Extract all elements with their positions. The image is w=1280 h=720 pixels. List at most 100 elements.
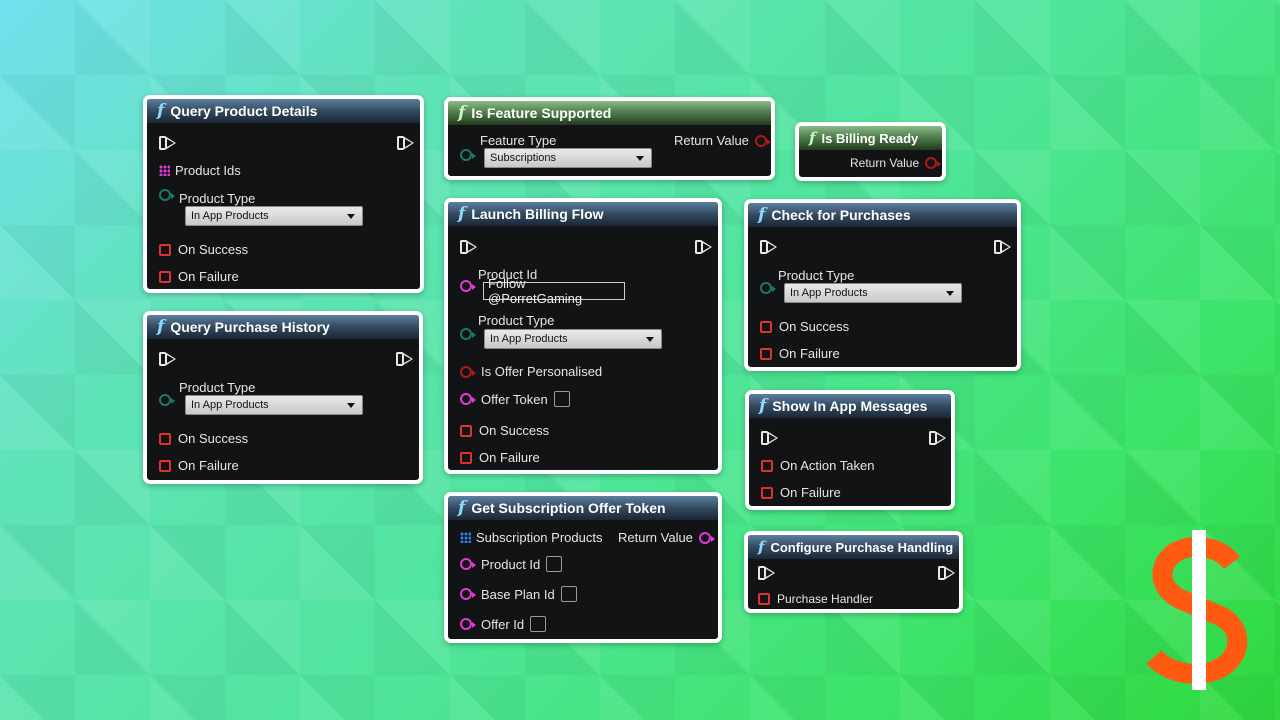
enum-pin-icon: [460, 328, 476, 340]
exec-out-pin[interactable]: [396, 352, 413, 366]
node-header[interactable]: f Is Feature Supported: [448, 101, 771, 125]
product-id-input[interactable]: [546, 556, 563, 572]
node-is-billing-ready[interactable]: f Is Billing Ready Return Value: [795, 122, 946, 181]
enum-pin-icon: [760, 282, 776, 294]
return-value-pin[interactable]: Return Value: [618, 530, 715, 545]
exec-out-pin[interactable]: [929, 431, 946, 445]
exec-pin-icon: [466, 240, 477, 254]
exec-in-pin[interactable]: [460, 240, 477, 254]
feature-type-dropdown[interactable]: Subscriptions: [484, 148, 652, 168]
offer-token-input[interactable]: [553, 391, 570, 407]
product-type-pin[interactable]: [760, 282, 781, 294]
string-pin-icon: [698, 531, 715, 544]
base-plan-id-pin[interactable]: Base Plan Id: [460, 586, 577, 602]
on-success-pin[interactable]: On Success: [159, 431, 248, 446]
base-plan-id-input[interactable]: [560, 586, 577, 602]
product-type-pin[interactable]: [159, 394, 180, 406]
chevron-down-icon: [347, 403, 355, 408]
on-success-pin[interactable]: On Success: [159, 242, 248, 257]
exec-in-pin[interactable]: [758, 566, 775, 580]
product-type-dropdown[interactable]: In App Products: [484, 329, 662, 349]
node-title: Is Feature Supported: [471, 105, 612, 121]
exec-out-pin[interactable]: [938, 566, 955, 580]
function-icon: f: [758, 537, 765, 556]
node-show-in-app-messages[interactable]: f Show In App Messages On Action Taken On…: [745, 390, 955, 510]
dollar-logo-icon: [1146, 530, 1248, 690]
product-type-label: Product Type: [179, 380, 256, 395]
pin-label: Product Ids: [175, 163, 241, 178]
chevron-down-icon: [646, 337, 654, 342]
node-header[interactable]: f Check for Purchases: [748, 203, 1017, 227]
product-id-input[interactable]: Follow @PorretGaming: [483, 276, 625, 306]
exec-pin-icon: [935, 431, 946, 445]
node-header[interactable]: f Get Subscription Offer Token: [448, 496, 718, 520]
node-configure-purchase-handling[interactable]: f Configure Purchase Handling Purchase Ha…: [744, 531, 963, 613]
exec-in-pin[interactable]: [159, 136, 176, 150]
delegate-pin-icon: [460, 424, 472, 437]
node-header[interactable]: f Is Billing Ready: [799, 126, 942, 150]
exec-pin-icon: [944, 566, 955, 580]
on-success-pin[interactable]: On Success: [760, 319, 849, 334]
on-success-pin[interactable]: On Success: [460, 423, 549, 438]
on-failure-pin[interactable]: On Failure: [460, 450, 540, 465]
product-type-dropdown[interactable]: In App Products: [784, 283, 962, 303]
on-failure-pin[interactable]: On Failure: [760, 346, 840, 361]
node-launch-billing-flow[interactable]: f Launch Billing Flow Product Id Follow @…: [444, 198, 722, 474]
offer-token-pin[interactable]: Offer Token: [460, 391, 570, 407]
product-type-pin[interactable]: [460, 328, 481, 340]
node-title: Is Billing Ready: [821, 130, 919, 146]
product-type-label: Product Type: [778, 268, 855, 283]
node-header[interactable]: f Query Purchase History: [147, 315, 419, 339]
exec-in-pin[interactable]: [159, 352, 176, 366]
string-pin-icon: [460, 393, 476, 405]
enum-pin-icon: [159, 394, 175, 406]
feature-type-label: Feature Type: [480, 133, 557, 148]
product-id-pin[interactable]: Product Id: [460, 556, 563, 572]
node-query-purchase-history[interactable]: f Query Purchase History Product Type In …: [143, 311, 423, 484]
node-title: Check for Purchases: [771, 207, 911, 223]
node-title: Query Purchase History: [170, 319, 330, 335]
purchase-handler-pin[interactable]: Purchase Handler: [758, 592, 873, 606]
product-type-dropdown[interactable]: In App Products: [185, 206, 363, 226]
subscription-products-pin[interactable]: Subscription Products: [460, 530, 602, 545]
string-pin-icon: [460, 588, 476, 600]
node-check-for-purchases[interactable]: f Check for Purchases Product Type In App…: [744, 199, 1021, 371]
delegate-pin-icon: [760, 347, 772, 360]
feature-type-pin[interactable]: [460, 149, 481, 161]
offer-id-input[interactable]: [530, 616, 547, 632]
exec-in-pin[interactable]: [760, 240, 777, 254]
return-value-pin[interactable]: Return Value: [674, 133, 771, 148]
node-header[interactable]: f Configure Purchase Handling: [748, 535, 959, 559]
bool-pin-icon: [754, 134, 771, 147]
exec-out-pin[interactable]: [994, 240, 1011, 254]
delegate-pin-icon: [159, 459, 171, 472]
on-failure-pin[interactable]: On Failure: [761, 485, 841, 500]
node-title: Launch Billing Flow: [471, 206, 604, 222]
product-id-pin[interactable]: [460, 280, 481, 292]
node-header[interactable]: f Query Product Details: [147, 99, 420, 123]
return-value-pin[interactable]: Return Value: [850, 156, 942, 170]
node-header[interactable]: f Show In App Messages: [749, 394, 951, 418]
chevron-down-icon: [946, 291, 954, 296]
function-icon: f: [758, 204, 766, 225]
exec-pin-icon: [767, 431, 778, 445]
exec-pin-icon: [165, 352, 176, 366]
exec-out-pin[interactable]: [397, 136, 414, 150]
product-type-dropdown[interactable]: In App Products: [185, 395, 363, 415]
on-action-taken-pin[interactable]: On Action Taken: [761, 458, 874, 473]
offer-id-pin[interactable]: Offer Id: [460, 616, 547, 632]
node-get-subscription-offer-token[interactable]: f Get Subscription Offer Token Subscripti…: [444, 492, 722, 643]
node-header[interactable]: f Launch Billing Flow: [448, 202, 718, 226]
is-offer-personalised-pin[interactable]: Is Offer Personalised: [460, 364, 602, 379]
exec-pin-icon: [764, 566, 775, 580]
on-failure-pin[interactable]: On Failure: [159, 269, 239, 284]
exec-out-pin[interactable]: [695, 240, 712, 254]
exec-pin-icon: [165, 136, 176, 150]
delegate-pin-icon: [761, 459, 773, 472]
exec-in-pin[interactable]: [761, 431, 778, 445]
node-is-feature-supported[interactable]: f Is Feature Supported Feature Type Subsc…: [444, 97, 775, 180]
product-type-pin[interactable]: [159, 189, 180, 201]
product-ids-pin[interactable]: Product Ids: [159, 163, 241, 178]
on-failure-pin[interactable]: On Failure: [159, 458, 239, 473]
node-query-product-details[interactable]: f Query Product Details Product Ids Produ…: [143, 95, 424, 293]
